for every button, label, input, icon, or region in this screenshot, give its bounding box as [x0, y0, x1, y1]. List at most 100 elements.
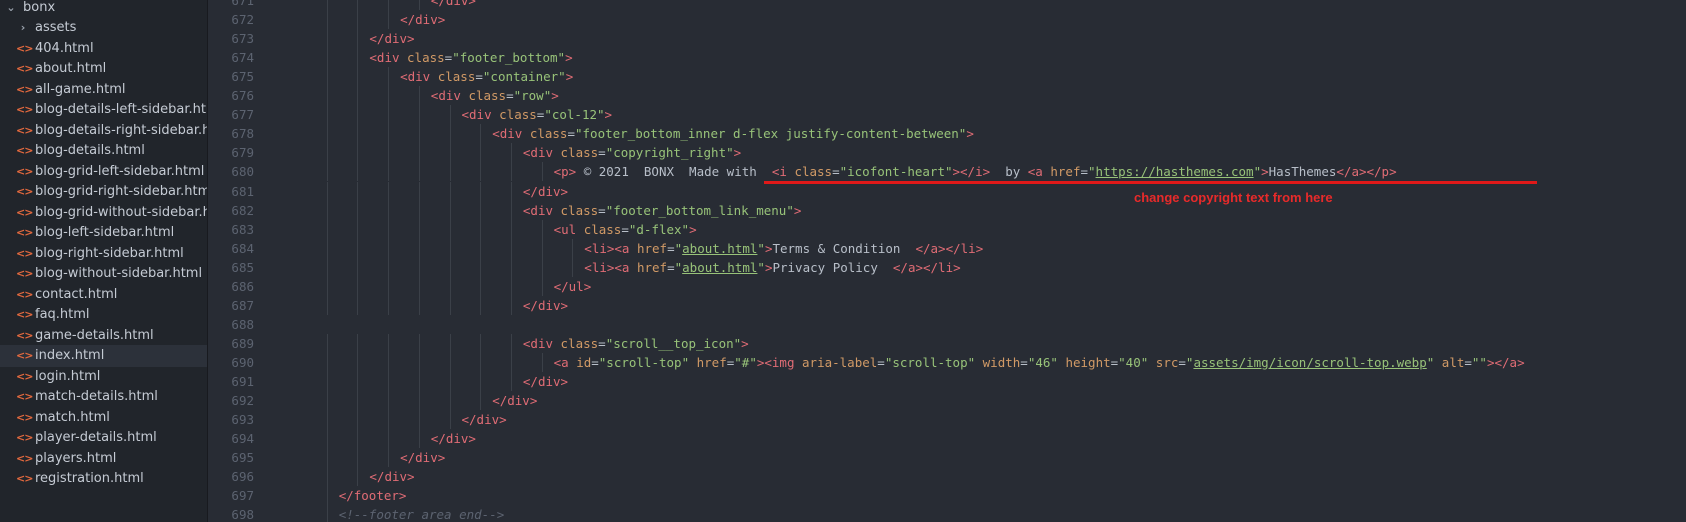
indent-guide [449, 276, 451, 296]
sidebar-file-item[interactable]: <> match.html [0, 406, 207, 428]
code-editor[interactable]: 671 </div> 672 </div> 673 </div> 674 <div class… [208, 0, 1686, 522]
sidebar-file-item[interactable]: <> 404.html [0, 37, 207, 59]
code-line[interactable]: 682 <div class="footer_bottom_link_menu"> [208, 200, 1686, 220]
sidebar-file-item[interactable]: <> contact.html [0, 283, 207, 305]
code-line[interactable]: 672 </div> [208, 10, 1686, 30]
sidebar-file-item[interactable]: <> all-game.html [0, 78, 207, 100]
code-line[interactable]: 674 <div class="footer_bottom"> [208, 48, 1686, 68]
indent-guide [357, 10, 359, 30]
code-token: width [982, 354, 1021, 370]
code-token: class [529, 126, 568, 142]
sidebar-file-item[interactable]: <> blog-right-sidebar.html [0, 242, 207, 264]
code-line[interactable]: 679 <div class="copyright_right"> [208, 143, 1686, 163]
code-line[interactable]: 680 <p> © 2021 BONX Made with <i class="i… [208, 162, 1686, 182]
code-line[interactable]: 687 </div> [208, 295, 1686, 315]
indent-guide [449, 295, 451, 315]
code-token: " [1253, 164, 1262, 180]
code-token: </footer> [338, 488, 407, 504]
code-line[interactable]: 690 <a id="scroll-top" href="#"><img aria… [208, 352, 1686, 372]
code-line[interactable]: 686 </ul> [208, 276, 1686, 296]
line-number: 688 [231, 316, 254, 332]
sidebar-file-item[interactable]: <>blog-grid-without-sidebar.ht... [0, 201, 207, 223]
code-line[interactable]: 696 </div> [208, 467, 1686, 487]
code-line[interactable]: 681 </div> [208, 181, 1686, 201]
code-token: <p> [553, 164, 577, 180]
code-line[interactable]: 689 <div class="scroll__top_icon"> [208, 333, 1686, 353]
sidebar-file-item[interactable]: <>blog-details-right-sidebar.ht... [0, 119, 207, 141]
indent-guide [388, 333, 390, 353]
code-line[interactable]: 683 <ul class="d-flex"> [208, 219, 1686, 239]
sidebar-file-item[interactable]: <> match-details.html [0, 386, 207, 408]
code-token: aria-label [802, 354, 878, 370]
code-line[interactable]: 693 </div> [208, 410, 1686, 430]
indent-guide [418, 372, 420, 391]
sidebar-file-item[interactable]: <> blog-details-left-sidebar.html [0, 99, 207, 121]
indent-guide [388, 105, 390, 125]
code-line[interactable]: 677 <div class="col-12"> [208, 105, 1686, 125]
sidebar-file-item[interactable]: <> blog-grid-left-sidebar.html [0, 160, 207, 182]
indent-guide [418, 410, 420, 430]
sidebar-file-item[interactable]: <> login.html [0, 365, 207, 387]
indent-guide [541, 238, 543, 258]
indent-guide [388, 238, 390, 258]
sidebar-file-label: faq.html [35, 307, 90, 322]
folder-label: assets [35, 19, 77, 35]
code-line[interactable]: 691 </div> [208, 372, 1686, 391]
code-line[interactable]: 673 </div> [208, 29, 1686, 49]
code-text: <div class="row"> [431, 86, 559, 105]
sidebar-file-item[interactable]: <> blog-grid-right-sidebar.html [0, 181, 207, 203]
indent-guide [326, 372, 328, 391]
indent-guide [357, 219, 359, 239]
code-line[interactable]: 676 <div class="row"> [208, 86, 1686, 106]
sidebar-file-item[interactable]: <> faq.html [0, 304, 207, 326]
line-number: 693 [231, 412, 254, 428]
code-token: class [794, 164, 833, 180]
sidebar-file-item[interactable]: <> game-details.html [0, 324, 207, 346]
code-token: <a [1027, 164, 1043, 180]
sidebar-file-label: all-game.html [35, 81, 126, 97]
code-line[interactable]: 695 </div> [208, 448, 1686, 468]
code-token: class [583, 221, 622, 237]
code-line[interactable]: 698 <!--footer area end--> [208, 505, 1686, 522]
code-token: "copyright_right" [605, 145, 734, 161]
sidebar-file-label: blog-details.html [35, 143, 145, 158]
code-line[interactable]: 671 </div> [208, 0, 1686, 10]
html-file-icon: <> [16, 349, 33, 362]
code-token: <div [461, 107, 492, 123]
code-line[interactable]: 694 </div> [208, 429, 1686, 449]
folder-assets[interactable]: › assets [0, 16, 207, 38]
sidebar-file-item[interactable]: <> player-details.html [0, 427, 207, 449]
sidebar-file-item[interactable]: <> players.html [0, 447, 207, 469]
sidebar-file-item[interactable]: <> blog-left-sidebar.html [0, 222, 207, 244]
code-token: "scroll__top_icon" [605, 335, 742, 351]
code-line[interactable]: 678 <div class="footer_bottom_inner d-fle… [208, 124, 1686, 144]
indent-guide [418, 105, 420, 125]
indent-guide [418, 86, 420, 106]
indent-guide [510, 333, 512, 353]
code-line[interactable]: 684 <li><a href="about.html">Terms & Cond… [208, 238, 1686, 258]
file-explorer-sidebar[interactable]: ⌄ bonx › assets <> 404.html <> about.html <>… [0, 0, 208, 522]
code-line[interactable]: 675 <div class="container"> [208, 67, 1686, 87]
code-text: </div> [462, 410, 507, 429]
line-number: 686 [231, 278, 254, 294]
sidebar-file-item[interactable]: <> blog-without-sidebar.html [0, 263, 207, 285]
code-token: Terms & Condition [772, 240, 916, 256]
indent-guide [357, 0, 359, 10]
code-token: </div> [430, 431, 476, 447]
code-token: alt [1441, 354, 1465, 370]
code-line[interactable]: 697 </footer> [208, 486, 1686, 506]
indent-guide [388, 67, 390, 87]
code-token: = [506, 88, 514, 104]
sidebar-file-label: 404.html [35, 40, 94, 56]
sidebar-file-item[interactable]: <> blog-details.html [0, 140, 207, 162]
code-line[interactable]: 685 <li><a href="about.html">Privacy Poli… [208, 257, 1686, 277]
code-token: </div> [522, 183, 569, 199]
sidebar-file-item[interactable]: <> about.html [0, 58, 207, 80]
code-line[interactable]: 688 [208, 315, 1686, 334]
code-line[interactable]: 692 </div> [208, 391, 1686, 411]
code-token: > [741, 335, 749, 351]
sidebar-file-item[interactable]: <> registration.html [0, 468, 207, 490]
sidebar-file-item[interactable]: <> index.html [0, 344, 207, 367]
indent-guide [357, 86, 359, 106]
